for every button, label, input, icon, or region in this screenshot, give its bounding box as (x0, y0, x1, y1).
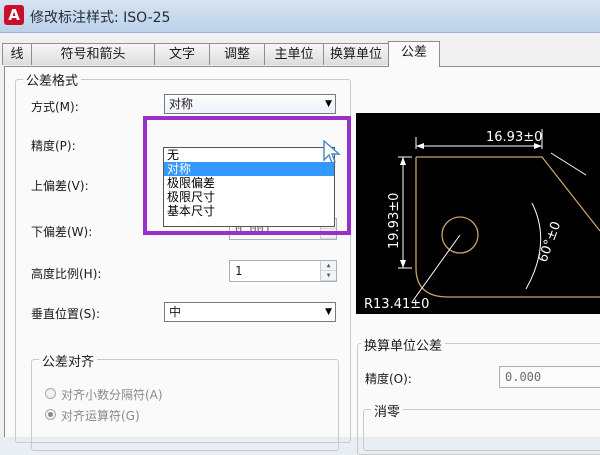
step-up-icon[interactable]: ▲ (321, 261, 336, 271)
height-scale-input[interactable]: 1 ▲ ▼ (229, 260, 337, 282)
tolerance-format-title: 公差格式 (23, 70, 82, 89)
title-bar: A 修改标注样式: ISO-25 (0, 0, 600, 33)
tab-alternate-units[interactable]: 换算单位 (323, 43, 389, 65)
tolerance-alignment-group (31, 359, 339, 451)
alt-precision-select[interactable]: 0.000 (499, 366, 600, 388)
tolerance-alignment-title: 公差对齐 (39, 351, 98, 370)
vertical-position-select[interactable]: 中 ▼ (164, 302, 336, 322)
tab-primary-units[interactable]: 主单位 (264, 43, 324, 65)
align-decimal-radio[interactable] (45, 388, 56, 399)
alt-precision-label: 精度(O): (365, 372, 412, 386)
autocad-logo-icon: A (4, 5, 24, 25)
tab-strip: 线 符号和箭头 文字 调整 主单位 换算单位 公差 (0, 41, 600, 67)
chevron-down-icon: ▼ (325, 307, 332, 317)
lower-deviation-label: 下偏差(W): (31, 225, 93, 239)
dim-radius-text: R13.41±0 (364, 297, 429, 312)
vertical-position-label: 垂直位置(S): (31, 307, 101, 321)
part-outline (415, 156, 600, 298)
zero-suppression-title: 消零 (371, 401, 404, 420)
method-select[interactable]: 对称 ▼ (164, 94, 336, 114)
dimension-preview: 16.93±0 19.93±0 60°±0 R13.41±0 (356, 113, 600, 314)
method-label: 方式(M): (31, 100, 79, 114)
align-operator-label: 对齐运算符(G) (61, 409, 140, 423)
tab-lines[interactable]: 线 (2, 43, 32, 65)
dim-top-text: 16.93±0 (486, 130, 542, 145)
tab-text[interactable]: 文字 (154, 43, 210, 65)
mouse-cursor-icon (323, 140, 341, 164)
chevron-down-icon: ▼ (325, 99, 332, 109)
method-select-value: 对称 (169, 97, 194, 111)
height-scale-stepper[interactable]: ▲ ▼ (320, 261, 336, 281)
upper-deviation-label: 上偏差(V): (31, 179, 89, 193)
annotation-highlight-box (143, 116, 351, 235)
height-scale-value: 1 (235, 264, 243, 278)
height-scale-label: 高度比例(H): (31, 267, 102, 281)
vertical-position-value: 中 (169, 305, 182, 319)
align-operator-radio[interactable] (45, 409, 56, 420)
tab-tolerances[interactable]: 公差 (388, 41, 440, 67)
step-down-icon[interactable]: ▼ (321, 271, 336, 281)
dim-left-text: 19.93±0 (387, 193, 402, 249)
dimension-lines (398, 129, 587, 303)
preview-drawing: 16.93±0 19.93±0 60°±0 R13.41±0 (364, 129, 600, 312)
tab-symbols-arrows[interactable]: 符号和箭头 (31, 43, 155, 65)
alt-unit-tolerance-title: 换算单位公差 (361, 335, 446, 354)
precision-label: 精度(P): (31, 139, 76, 153)
window-title: 修改标注样式: ISO-25 (30, 10, 171, 26)
tab-fit[interactable]: 调整 (209, 43, 265, 65)
align-decimal-label: 对齐小数分隔符(A) (61, 388, 163, 402)
alt-precision-value: 0.000 (505, 370, 542, 384)
dimension-style-dialog: 线 符号和箭头 文字 调整 主单位 换算单位 公差 公差格式 方式(M): 对称… (0, 33, 600, 455)
